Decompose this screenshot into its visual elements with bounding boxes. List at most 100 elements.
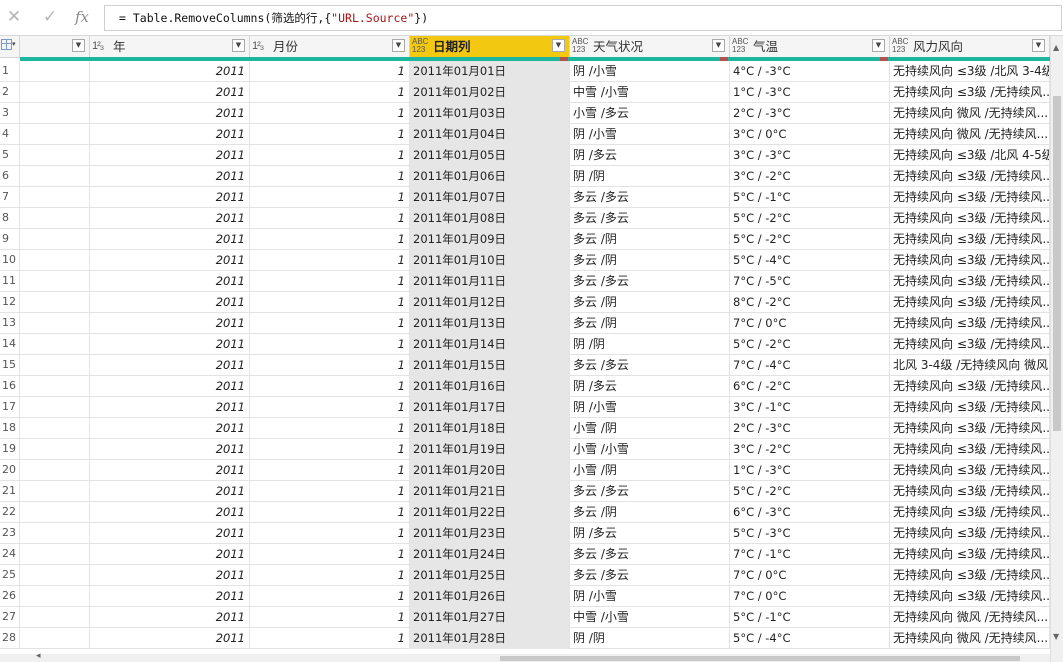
cell-temperature[interactable]: 3°C / -2°C xyxy=(730,439,890,460)
cell-blank[interactable] xyxy=(20,124,90,145)
cell-year[interactable]: 2011 xyxy=(90,82,250,103)
row-number[interactable]: 24 xyxy=(0,544,20,565)
row-number[interactable]: 28 xyxy=(0,628,20,649)
table-row[interactable]: 7 2011 1 2011年01月07日 多云 /多云 5°C / -1°C 无持续风向 ≤… xyxy=(0,187,1050,208)
cell-weather[interactable]: 多云 /多云 xyxy=(570,187,730,208)
row-number[interactable]: 15 xyxy=(0,355,20,376)
cell-year[interactable]: 2011 xyxy=(90,124,250,145)
cell-temperature[interactable]: 3°C / -2°C xyxy=(730,166,890,187)
cell-weather[interactable]: 中雪 /小雪 xyxy=(570,607,730,628)
cell-blank[interactable] xyxy=(20,103,90,124)
cell-temperature[interactable]: 5°C / -2°C xyxy=(730,229,890,250)
cell-blank[interactable] xyxy=(20,376,90,397)
cell-blank[interactable] xyxy=(20,439,90,460)
cell-month[interactable]: 1 xyxy=(250,586,410,607)
cell-wind[interactable]: 无持续风向 微风 /无持续风... xyxy=(890,607,1050,628)
cell-date[interactable]: 2011年01月09日 xyxy=(410,229,570,250)
cell-year[interactable]: 2011 xyxy=(90,208,250,229)
column-header-year[interactable]: 1²₃ 年 ▼ xyxy=(90,36,250,57)
vertical-scroll-thumb[interactable] xyxy=(1053,96,1061,431)
cell-temperature[interactable]: 5°C / -2°C xyxy=(730,481,890,502)
cell-blank[interactable] xyxy=(20,481,90,502)
cell-blank[interactable] xyxy=(20,145,90,166)
cell-blank[interactable] xyxy=(20,355,90,376)
table-row[interactable]: 9 2011 1 2011年01月09日 多云 /阴 5°C / -2°C 无持续风向 ≤3… xyxy=(0,229,1050,250)
table-row[interactable]: 2 2011 1 2011年01月02日 中雪 /小雪 1°C / -3°C 无持续风向 ≤… xyxy=(0,82,1050,103)
cell-wind[interactable]: 无持续风向 ≤3级 /北风 4-5级 xyxy=(890,145,1050,166)
cell-month[interactable]: 1 xyxy=(250,502,410,523)
cell-month[interactable]: 1 xyxy=(250,334,410,355)
cell-date[interactable]: 2011年01月07日 xyxy=(410,187,570,208)
row-number[interactable]: 10 xyxy=(0,250,20,271)
table-row[interactable]: 22 2011 1 2011年01月22日 多云 /阴 6°C / -3°C 无持续风向 ≤… xyxy=(0,502,1050,523)
any-type-icon[interactable]: ABC 123 xyxy=(572,38,588,54)
cell-month[interactable]: 1 xyxy=(250,418,410,439)
row-number[interactable]: 25 xyxy=(0,565,20,586)
cell-blank[interactable] xyxy=(20,82,90,103)
cell-year[interactable]: 2011 xyxy=(90,586,250,607)
cell-date[interactable]: 2011年01月05日 xyxy=(410,145,570,166)
cell-temperature[interactable]: 3°C / -3°C xyxy=(730,145,890,166)
cell-blank[interactable] xyxy=(20,313,90,334)
table-row[interactable]: 20 2011 1 2011年01月20日 小雪 /阴 1°C / -3°C 无持续风向 ≤… xyxy=(0,460,1050,481)
cell-date[interactable]: 2011年01月14日 xyxy=(410,334,570,355)
column-header-weather[interactable]: ABC 123 天气状况 ▼ xyxy=(570,36,730,57)
cell-temperature[interactable]: 7°C / 0°C xyxy=(730,565,890,586)
row-number[interactable]: 9 xyxy=(0,229,20,250)
cell-month[interactable]: 1 xyxy=(250,82,410,103)
table-row[interactable]: 4 2011 1 2011年01月04日阴 /小雪 3°C / 0°C 无持续风向 微风 … xyxy=(0,124,1050,145)
column-header-wind[interactable]: ABC 123 风力风向 ▼ xyxy=(890,36,1050,57)
table-row[interactable]: 24 2011 1 2011年01月24日 多云 /多云 7°C / -1°C 无持续风向 … xyxy=(0,544,1050,565)
cell-temperature[interactable]: 7°C / 0°C xyxy=(730,313,890,334)
row-number[interactable]: 22 xyxy=(0,502,20,523)
cell-month[interactable]: 1 xyxy=(250,565,410,586)
cell-wind[interactable]: 无持续风向 ≤3级 /无持续风... xyxy=(890,397,1050,418)
cell-wind[interactable]: 无持续风向 ≤3级 /无持续风... xyxy=(890,292,1050,313)
cell-wind[interactable]: 无持续风向 ≤3级 /无持续风... xyxy=(890,229,1050,250)
filter-dropdown-icon[interactable]: ▼ xyxy=(872,39,885,52)
cell-wind[interactable]: 无持续风向 微风 /无持续风... xyxy=(890,628,1050,649)
cell-blank[interactable] xyxy=(20,397,90,418)
cell-date[interactable]: 2011年01月22日 xyxy=(410,502,570,523)
table-row[interactable]: 26 2011 1 2011年01月26日阴 /小雪 7°C / 0°C 无持续风向 ≤3… xyxy=(0,586,1050,607)
cell-date[interactable]: 2011年01月10日 xyxy=(410,250,570,271)
cell-weather[interactable]: 阴 /小雪 xyxy=(570,586,730,607)
cell-month[interactable]: 1 xyxy=(250,607,410,628)
cell-blank[interactable] xyxy=(20,208,90,229)
cell-year[interactable]: 2011 xyxy=(90,376,250,397)
cell-month[interactable]: 1 xyxy=(250,124,410,145)
cell-weather[interactable]: 中雪 /小雪 xyxy=(570,82,730,103)
cell-wind[interactable]: 无持续风向 ≤3级 /无持续风... xyxy=(890,523,1050,544)
cell-wind[interactable]: 无持续风向 ≤3级 /无持续风... xyxy=(890,586,1050,607)
number-type-icon[interactable]: 1²₃ xyxy=(252,40,264,52)
cell-wind[interactable]: 无持续风向 ≤3级 /无持续风... xyxy=(890,565,1050,586)
cell-weather[interactable]: 小雪 /阴 xyxy=(570,418,730,439)
cell-blank[interactable] xyxy=(20,292,90,313)
table-row[interactable]: 12 2011 1 2011年01月12日 多云 /阴 8°C / -2°C 无持续风向 ≤… xyxy=(0,292,1050,313)
row-number[interactable]: 2 xyxy=(0,82,20,103)
cell-weather[interactable]: 阴 /多云 xyxy=(570,376,730,397)
scroll-down-icon[interactable]: ▼ xyxy=(1053,632,1059,641)
row-number[interactable]: 21 xyxy=(0,481,20,502)
cell-date[interactable]: 2011年01月11日 xyxy=(410,271,570,292)
cell-year[interactable]: 2011 xyxy=(90,502,250,523)
cell-weather[interactable]: 多云 /多云 xyxy=(570,271,730,292)
cell-temperature[interactable]: 5°C / -1°C xyxy=(730,187,890,208)
table-row[interactable]: 21 2011 1 2011年01月21日 多云 /多云 5°C / -2°C 无持续风向 … xyxy=(0,481,1050,502)
row-number[interactable]: 14 xyxy=(0,334,20,355)
table-row[interactable]: 15 2011 1 2011年01月15日 多云 /多云 7°C / -4°C 北风 3-4… xyxy=(0,355,1050,376)
cell-blank[interactable] xyxy=(20,187,90,208)
cell-year[interactable]: 2011 xyxy=(90,607,250,628)
cell-weather[interactable]: 小雪 /小雪 xyxy=(570,439,730,460)
cell-wind[interactable]: 无持续风向 ≤3级 /无持续风... xyxy=(890,208,1050,229)
cell-date[interactable]: 2011年01月13日 xyxy=(410,313,570,334)
table-row[interactable]: 6 2011 1 2011年01月06日阴 /阴 3°C / -2°C 无持续风向 ≤3级… xyxy=(0,166,1050,187)
cell-year[interactable]: 2011 xyxy=(90,187,250,208)
cell-month[interactable]: 1 xyxy=(250,460,410,481)
any-type-icon[interactable]: ABC 123 xyxy=(732,38,748,54)
cell-year[interactable]: 2011 xyxy=(90,61,250,82)
fx-icon[interactable]: fx xyxy=(68,6,96,28)
table-row[interactable]: 1 2011 1 2011年01月01日阴 /小雪 4°C / -3°C 无持续风向 ≤3… xyxy=(0,61,1050,82)
table-row[interactable]: 10 2011 1 2011年01月10日 多云 /阴 5°C / -4°C 无持续风向 ≤… xyxy=(0,250,1050,271)
cell-weather[interactable]: 多云 /阴 xyxy=(570,250,730,271)
